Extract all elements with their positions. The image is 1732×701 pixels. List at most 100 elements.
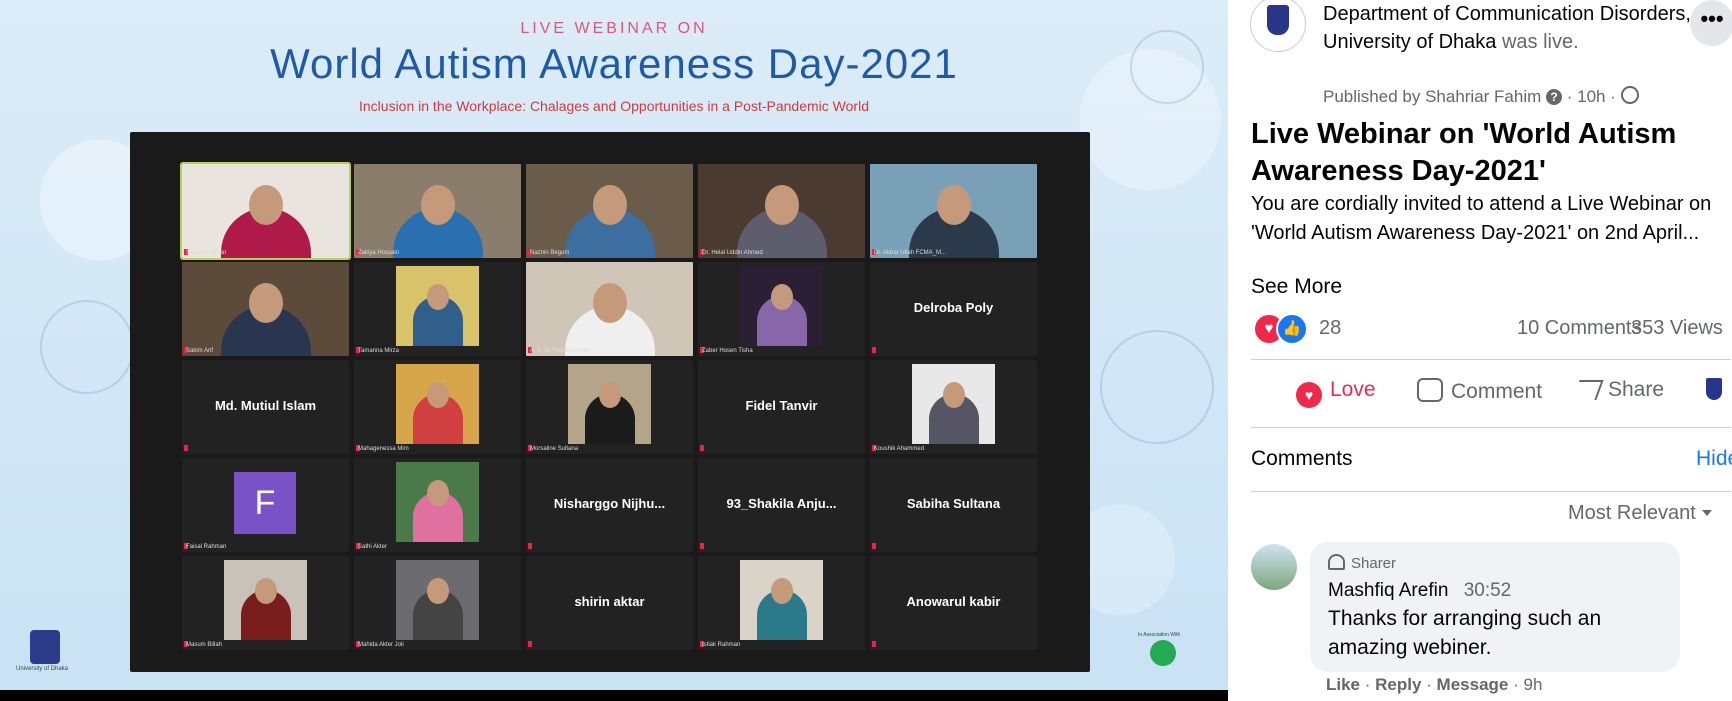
reaction-summary[interactable]: ♥ 👍 28 10 Comments 353 Views — [1251, 313, 1732, 345]
react-as-page-selector[interactable] — [1706, 378, 1732, 402]
partner-caption: In Association With — [1138, 632, 1181, 638]
participant-figure — [764, 184, 799, 225]
post-title: Live Webinar on 'World Autism Awareness … — [1251, 118, 1677, 187]
help-icon[interactable]: ? — [1546, 89, 1563, 105]
participant-tile[interactable]: Anowarul kabir — [870, 556, 1037, 650]
comment-sort-dropdown[interactable]: Most Relevant — [1568, 502, 1712, 525]
sort-label: Most Relevant — [1568, 502, 1696, 524]
participant-tile[interactable]: Mahida Akter Joli — [354, 556, 521, 650]
participant-tile[interactable]: Fidel Tanvir — [698, 360, 865, 454]
participant-tile[interactable]: Mahagenessa Mim — [354, 360, 521, 454]
speech-bubble-icon — [1417, 378, 1443, 402]
post-body: You are cordially invited to attend a Li… — [1251, 193, 1712, 244]
muted-mic-icon — [872, 347, 876, 353]
participant-tile[interactable]: Dr. Helal Uddin Ahmed — [698, 164, 865, 258]
comment-timestamp[interactable]: 30:52 — [1464, 580, 1512, 601]
comment-text: Thanks for arranging such an amazing web… — [1328, 607, 1602, 659]
participant-tile[interactable]: Nisharggo Nijhu... — [526, 458, 693, 552]
muted-mic-icon — [528, 641, 532, 647]
participant-figure — [248, 184, 283, 225]
participant-tile[interactable]: Zakiya Hossain — [354, 164, 521, 258]
divider — [1251, 491, 1731, 492]
globe-icon — [1620, 86, 1639, 104]
participant-name: Nisharggo Nijhu... — [553, 496, 666, 511]
comment-label: Comment — [1451, 380, 1543, 403]
participant-tile[interactable]: Sathi Akter — [354, 458, 521, 552]
participant-tile[interactable]: Tamanna Mirza — [354, 262, 521, 356]
hide-comments-link[interactable]: Hide — [1696, 447, 1732, 471]
participant-figure — [254, 577, 277, 604]
heart-icon: ♥ — [1296, 382, 1322, 408]
slide-title: World Autism Awareness Day-2021 — [270, 40, 958, 87]
love-label: Love — [1330, 378, 1376, 401]
comment-like-link[interactable]: Like — [1326, 675, 1360, 694]
participant-figure — [426, 479, 449, 506]
was-live-text: was live. — [1501, 31, 1579, 53]
participant-tile[interactable]: Sharmin Jahan — [180, 162, 351, 260]
divider — [1251, 359, 1731, 360]
slide-kicker: LIVE WEBINAR ON — [520, 20, 708, 37]
participant-tile[interactable]: Masum Billah — [182, 556, 349, 650]
post-time[interactable]: 10h — [1577, 87, 1605, 106]
more-options-button[interactable]: ••• — [1690, 0, 1732, 46]
participant-tile[interactable]: shirin aktar — [526, 556, 693, 650]
background-doodle — [1100, 330, 1214, 444]
sharer-icon — [1328, 554, 1345, 570]
comment-button[interactable]: Comment — [1417, 378, 1542, 404]
participant-tile[interactable]: 93_Shakila Anju... — [698, 458, 865, 552]
participant-figure — [248, 282, 283, 323]
participant-figure — [426, 283, 449, 310]
participant-tile[interactable]: Delroba Poly — [870, 262, 1037, 356]
participant-name: Delroba Poly — [913, 300, 994, 315]
participant-caption: Koushik Ahammed — [874, 446, 925, 452]
participant-figure — [770, 577, 793, 604]
participant-caption: Mahida Akter Joli — [358, 642, 404, 648]
participant-video — [567, 364, 652, 444]
participant-caption: Mahagenessa Mim — [358, 446, 409, 452]
participant-tile[interactable]: A. K. M. Rakibul Karim — [526, 262, 693, 356]
avatar[interactable] — [1251, 544, 1297, 590]
participant-video — [698, 164, 865, 258]
participant-video — [395, 462, 480, 542]
reaction-count[interactable]: 28 — [1319, 317, 1341, 340]
participant-name: 93_Shakila Anju... — [726, 496, 837, 511]
participant-video — [354, 164, 521, 258]
comment-author[interactable]: Mashfiq Arefin — [1328, 580, 1448, 601]
participant-name: Sabiha Sultana — [906, 496, 1001, 511]
page-avatar[interactable] — [1250, 0, 1306, 52]
participant-name: Md. Mutiul Islam — [214, 398, 317, 413]
comments-count-link[interactable]: 10 Comments — [1517, 317, 1642, 340]
participant-tile[interactable]: Md. Mutiul Islam — [182, 360, 349, 454]
participant-tile[interactable]: Morsaline Sultana — [526, 360, 693, 454]
participant-tile[interactable]: Istiak Rahman — [698, 556, 865, 650]
comment-message-link[interactable]: Message — [1437, 675, 1509, 694]
participant-tile[interactable]: Zaber Hosen Tisha — [698, 262, 865, 356]
participant-figure — [426, 381, 449, 408]
live-video-player[interactable]: LIVE WEBINAR ON World Autism Awareness D… — [0, 0, 1228, 701]
participant-video — [182, 164, 349, 258]
love-button[interactable]: ♥ Love — [1296, 378, 1376, 408]
participant-tile[interactable]: Sabiha Sultana — [870, 458, 1037, 552]
participant-figure — [592, 184, 627, 225]
comment-age[interactable]: 9h — [1523, 675, 1542, 694]
participant-tile[interactable]: F Faisal Rahman — [182, 458, 349, 552]
participant-tile[interactable]: Sakim Arif — [182, 262, 349, 356]
participant-video — [182, 262, 349, 356]
participant-tile[interactable]: Koushik Ahammed — [870, 360, 1037, 454]
participant-video — [526, 164, 693, 258]
participant-caption: Dr. Helal Uddin Ahmed — [702, 250, 763, 256]
participant-video — [739, 560, 824, 640]
crest-icon — [1706, 378, 1722, 400]
background-doodle — [40, 300, 134, 394]
participant-caption: Sathi Akter — [358, 544, 388, 550]
participant-figure — [936, 184, 971, 225]
thumbs-up-icon: 👍 — [1276, 313, 1308, 345]
participant-tile[interactable]: Naznin Begum — [526, 164, 693, 258]
comment-actions: Like · Reply · Message · 9h — [1326, 675, 1543, 694]
comment-reply-link[interactable]: Reply — [1375, 675, 1421, 694]
share-button[interactable]: Share — [1572, 378, 1664, 402]
divider — [1251, 427, 1731, 428]
participant-figure — [598, 381, 621, 408]
participant-tile[interactable]: Dr. Akbar Ullah FCMA_M... — [870, 164, 1037, 258]
see-more-link[interactable]: See More — [1251, 275, 1342, 299]
